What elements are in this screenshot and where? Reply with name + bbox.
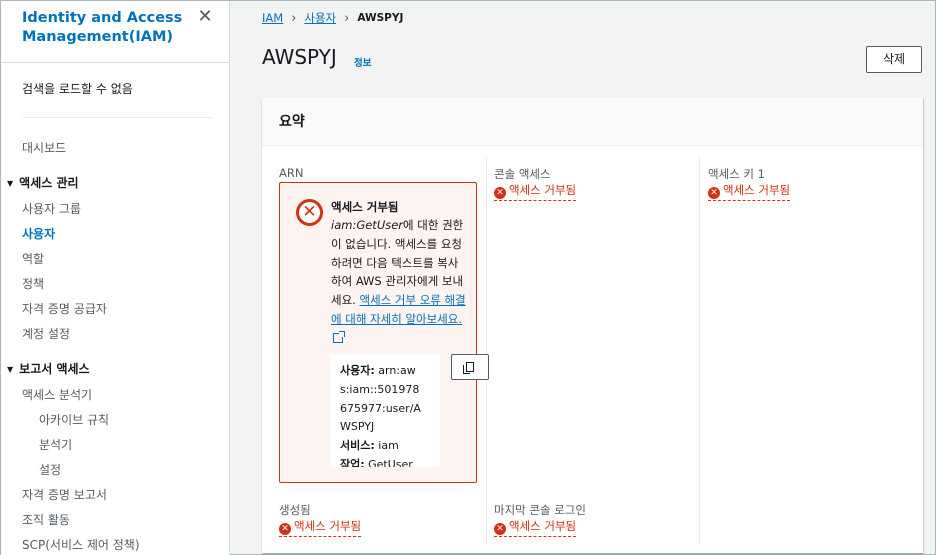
service-label: 서비스: bbox=[340, 439, 375, 453]
breadcrumb: IAM › 사용자 › AWSPYJ bbox=[262, 10, 403, 26]
denied-text: 액세스 거부됨 bbox=[509, 183, 577, 197]
access-key-label: 액세스 키 1 bbox=[708, 167, 765, 181]
sidebar-title[interactable]: Identity and Access Management(IAM) bbox=[22, 9, 192, 47]
sidebar-item-policies[interactable]: 정책 bbox=[22, 275, 44, 292]
section-label: 액세스 관리 bbox=[19, 176, 79, 190]
error-icon: ✕ bbox=[279, 523, 291, 535]
action-code: iam:GetUser bbox=[331, 218, 404, 232]
sidebar-item-roles[interactable]: 역할 bbox=[22, 250, 44, 267]
caret-down-icon: ▼ bbox=[7, 179, 14, 188]
breadcrumb-current: AWSPYJ bbox=[357, 12, 404, 24]
close-icon[interactable]: ✕ bbox=[195, 7, 215, 27]
user-label: 사용자: bbox=[340, 364, 375, 377]
chevron-right-icon: › bbox=[344, 10, 350, 26]
denied-text: 액세스 거부됨 bbox=[294, 519, 362, 533]
sidebar-section-access-reports[interactable]: ▼ 보고서 액세스 bbox=[7, 360, 90, 377]
sidebar-section-access-management[interactable]: ▼ 액세스 관리 bbox=[7, 174, 79, 191]
sidebar-item-credential-report[interactable]: 자격 증명 보고서 bbox=[22, 486, 107, 503]
error-icon: ✕ bbox=[708, 187, 720, 199]
breadcrumb-iam[interactable]: IAM bbox=[262, 11, 283, 25]
popover-title: 액세스 거부됨 bbox=[331, 200, 399, 214]
app-frame: Identity and Access Management(IAM) ✕ 검색… bbox=[0, 0, 936, 555]
request-text-box[interactable]: 사용자: arn:aws:iam::501978675977:user/AWSP… bbox=[330, 354, 440, 467]
error-icon: ✕ bbox=[296, 199, 323, 226]
created-label: 생성됨 bbox=[279, 503, 311, 517]
panel-title: 요약 bbox=[279, 114, 305, 130]
section-label: 보고서 액세스 bbox=[19, 362, 90, 376]
access-denied-popover: ✕ 액세스 거부됨 iam:GetUser에 대한 권한이 없습니다. 액세스를… bbox=[279, 182, 477, 483]
request-text: 사용자: arn:aws:iam::501978675977:user/AWSP… bbox=[340, 362, 425, 467]
copy-icon bbox=[463, 362, 474, 374]
delete-button[interactable]: 삭제 bbox=[866, 46, 922, 73]
sidebar-item-users[interactable]: 사용자 bbox=[22, 225, 55, 242]
copy-button[interactable] bbox=[451, 354, 489, 380]
action-value: GetUser bbox=[368, 457, 413, 467]
error-icon: ✕ bbox=[494, 187, 506, 199]
service-value: iam bbox=[378, 439, 399, 453]
arn-label: ARN bbox=[279, 166, 304, 180]
panel-header: 요약 bbox=[262, 98, 923, 146]
console-access-denied[interactable]: ✕ 액세스 거부됨 bbox=[494, 182, 577, 201]
external-link-icon bbox=[333, 330, 345, 343]
sidebar-item-dashboard[interactable]: 대시보드 bbox=[22, 139, 66, 156]
sidebar: Identity and Access Management(IAM) ✕ 검색… bbox=[1, 1, 230, 555]
divider bbox=[1, 62, 229, 63]
popover-body: iam:GetUser에 대한 권한이 없습니다. 액세스를 요청하려면 다음 … bbox=[331, 216, 467, 348]
last-login-label: 마지막 콘솔 로그인 bbox=[494, 503, 586, 517]
divider bbox=[22, 117, 212, 118]
denied-text: 액세스 거부됨 bbox=[509, 519, 577, 533]
page-title: AWSPYJ bbox=[262, 45, 337, 69]
error-icon: ✕ bbox=[494, 523, 506, 535]
denied-text: 액세스 거부됨 bbox=[723, 183, 791, 197]
chevron-right-icon: › bbox=[291, 10, 297, 26]
sidebar-item-account-settings[interactable]: 계정 설정 bbox=[22, 325, 70, 342]
sidebar-item-user-groups[interactable]: 사용자 그룹 bbox=[22, 200, 81, 217]
sidebar-item-access-analyzer[interactable]: 액세스 분석기 bbox=[22, 386, 92, 403]
sidebar-item-organization-activity[interactable]: 조직 활동 bbox=[22, 511, 70, 528]
breadcrumb-users[interactable]: 사용자 bbox=[304, 10, 336, 26]
sidebar-item-scp[interactable]: SCP(서비스 제어 정책) bbox=[22, 536, 140, 553]
column-divider bbox=[699, 156, 700, 544]
console-access-label: 콘솔 액세스 bbox=[494, 167, 551, 181]
sidebar-item-identity-providers[interactable]: 자격 증명 공급자 bbox=[22, 300, 107, 317]
column-divider bbox=[486, 156, 487, 544]
sidebar-item-archive-rules[interactable]: 아카이브 규칙 bbox=[39, 411, 109, 428]
last-login-denied[interactable]: ✕ 액세스 거부됨 bbox=[494, 518, 577, 537]
sidebar-item-settings[interactable]: 설정 bbox=[39, 461, 61, 478]
info-link[interactable]: 정보 bbox=[354, 55, 371, 69]
caret-down-icon: ▼ bbox=[7, 365, 14, 374]
access-key-denied[interactable]: ✕ 액세스 거부됨 bbox=[708, 182, 791, 201]
action-label: 작업: bbox=[340, 457, 365, 467]
search-error-message: 검색을 로드할 수 없음 bbox=[22, 82, 133, 96]
sidebar-item-analyzers[interactable]: 분석기 bbox=[39, 436, 72, 453]
created-denied[interactable]: ✕ 액세스 거부됨 bbox=[279, 518, 362, 537]
